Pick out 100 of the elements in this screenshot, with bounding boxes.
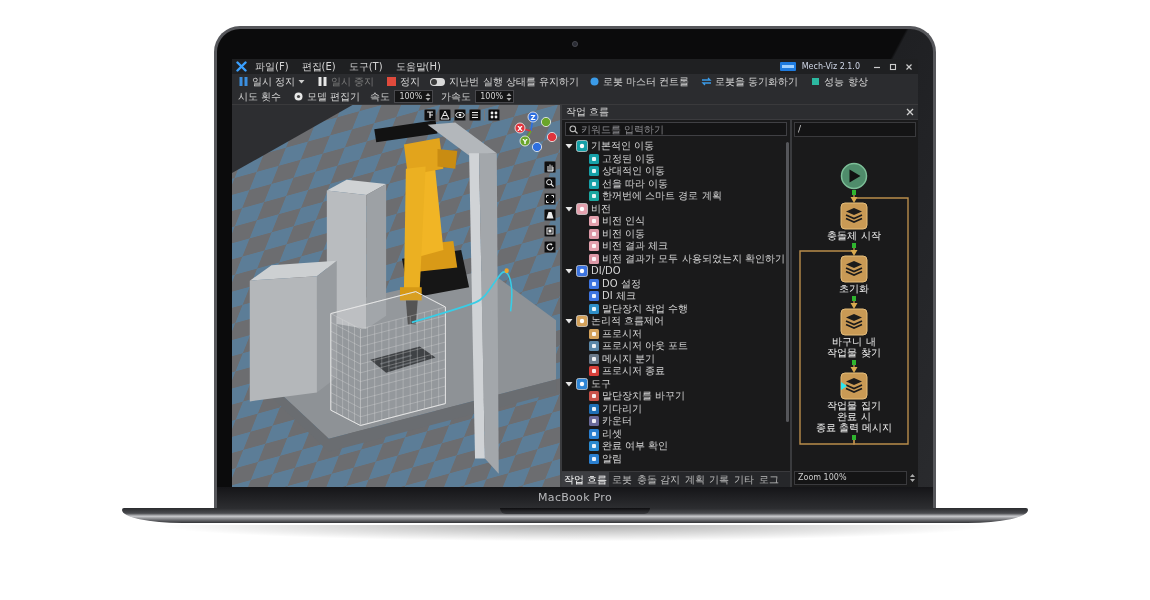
camera-bar	[374, 120, 438, 143]
restore-icon[interactable]	[888, 61, 898, 72]
tree-item[interactable]: 리셋	[602, 427, 622, 440]
category-label[interactable]: DI/DO	[591, 265, 621, 278]
zoom-field[interactable]: Zoom 100%	[794, 471, 907, 485]
tree-item[interactable]: 비전 인식	[602, 215, 646, 228]
tab[interactable]: 기타	[731, 472, 756, 487]
toggle-switch[interactable]	[430, 77, 446, 86]
flow-node[interactable]: 충돌체 시작	[827, 197, 881, 241]
menu-item[interactable]: 편집(E)	[299, 59, 338, 74]
menu-item[interactable]: 도구(T)	[346, 59, 385, 74]
corners-icon[interactable]	[544, 193, 556, 205]
tile-icon	[576, 140, 588, 153]
spinner-icon[interactable]	[506, 91, 513, 102]
category-label[interactable]: 비전	[591, 202, 611, 215]
pause-icon	[238, 76, 249, 87]
tab[interactable]: 로봇	[610, 472, 635, 487]
category-label[interactable]: 논리적 흐름제어	[591, 315, 665, 328]
toolbar-button[interactable]: 모델 편집기	[291, 89, 363, 104]
search-icon	[569, 124, 578, 134]
path-field[interactable]: /	[794, 122, 916, 137]
tree-item[interactable]: DI 체크	[602, 290, 636, 303]
tree-item[interactable]: 기다리기	[602, 402, 642, 415]
tree-item[interactable]: 한꺼번에 스마트 경로 계획	[602, 190, 722, 203]
search-field[interactable]: 키워드를 입력하기	[565, 122, 787, 136]
close-icon[interactable]	[904, 61, 914, 72]
toggle-label: 지난번 실행 상태를 유지하기	[449, 74, 579, 89]
pyramid-icon[interactable]	[439, 109, 451, 121]
close-icon[interactable]	[906, 108, 914, 116]
tile-icon	[589, 341, 599, 352]
layers-icon	[845, 314, 863, 329]
tab[interactable]: 충돌 감지	[635, 472, 683, 487]
spin-field[interactable]: 100%	[475, 90, 515, 103]
flow-node[interactable]: 작업물 집기 완료 시 종료 출력 메시지	[815, 367, 893, 433]
toolbar-button[interactable]: 로봇을 동기화하기	[699, 74, 801, 89]
toolbar-button[interactable]: 로봇 마스터 컨트롤	[586, 74, 692, 89]
tab[interactable]: 로그	[756, 472, 781, 487]
category-label[interactable]: 기본적인 이동	[591, 140, 655, 153]
caret-icon[interactable]	[565, 317, 573, 326]
caret-icon[interactable]	[565, 142, 573, 151]
tree-item[interactable]: 비전 이동	[602, 227, 646, 240]
circle-arrow-icon[interactable]	[544, 241, 556, 253]
field-label: 속도	[370, 89, 391, 104]
layers-icon	[845, 378, 863, 393]
tree-item[interactable]: 완료 여부 확인	[602, 440, 669, 453]
hand-icon[interactable]	[544, 161, 556, 173]
toolbar-button[interactable]: 시도 횟수	[236, 89, 284, 104]
spinner-icon[interactable]	[909, 472, 916, 484]
device-label: MacBook Pro	[538, 491, 612, 504]
tree-item[interactable]: 알림	[602, 452, 622, 465]
tree-item[interactable]: 선을 따라 이동	[602, 177, 669, 190]
scrollbar-thumb[interactable]	[786, 142, 789, 422]
tree-item[interactable]: 고정된 이동	[602, 152, 656, 165]
menu-item[interactable]: 도움말(H)	[393, 59, 443, 74]
app-logo-icon[interactable]	[236, 61, 247, 72]
eye-icon[interactable]	[454, 109, 466, 121]
field-label: 가속도	[441, 89, 472, 104]
tree-item[interactable]: 카운터	[602, 415, 632, 428]
start-node[interactable]	[840, 162, 868, 190]
caret-icon[interactable]	[565, 379, 573, 388]
caret-icon[interactable]	[565, 204, 573, 213]
tile-icon	[589, 228, 599, 239]
tree-item[interactable]: 말단장치를 바꾸기	[602, 390, 686, 403]
toolbar-button[interactable]: 정지	[384, 74, 423, 89]
tree-item[interactable]: 비전 결과가 모두 사용되었는지 확인하기	[602, 252, 785, 265]
tree-item[interactable]: 상대적인 이동	[602, 165, 666, 178]
tile-icon	[589, 428, 599, 439]
menu-item[interactable]: 파일(F)	[253, 59, 291, 74]
tile-icon	[589, 353, 599, 364]
list-icon[interactable]	[469, 109, 481, 121]
tab[interactable]: 작업 흐름	[562, 472, 610, 487]
spinner-icon[interactable]	[425, 91, 432, 102]
connector	[852, 296, 856, 304]
tree-item[interactable]: 메시지 분기	[602, 352, 656, 365]
trapezoid-icon[interactable]	[544, 209, 556, 221]
tile-icon	[589, 216, 599, 227]
flow-node[interactable]: 바구니 내 작업물 찾기	[827, 303, 881, 358]
triangle-icon	[841, 382, 847, 390]
category-label[interactable]: 도구	[591, 377, 611, 390]
nodes-icon[interactable]	[488, 109, 500, 121]
pause-icon	[317, 76, 329, 87]
square-icon[interactable]	[544, 225, 556, 237]
layers-icon	[845, 208, 863, 223]
toolbar-button[interactable]: 일시 정지	[236, 74, 308, 89]
tree-item[interactable]: DO 설정	[602, 277, 641, 290]
tile-icon	[589, 441, 599, 452]
tile-icon	[589, 253, 599, 264]
toolbar-button[interactable]: 성능 향상	[808, 74, 870, 89]
caret-icon[interactable]	[565, 267, 573, 276]
hierarchy-icon[interactable]	[424, 109, 436, 121]
tab[interactable]: 계획 기록	[683, 472, 731, 487]
layers-icon	[845, 261, 863, 276]
magnifier-icon[interactable]	[544, 177, 556, 189]
spin-field[interactable]: 100%	[394, 90, 434, 103]
tree-item[interactable]: 말단장치 작업 수행	[602, 302, 689, 315]
tree-item[interactable]: 프로시저	[602, 327, 642, 340]
tile-icon	[589, 366, 599, 377]
tree-item[interactable]: 비전 결과 체크	[602, 240, 669, 253]
tree-item[interactable]: 프로시저 종료	[602, 365, 666, 378]
tree-item[interactable]: 프로시저 아웃 포트	[602, 340, 689, 353]
